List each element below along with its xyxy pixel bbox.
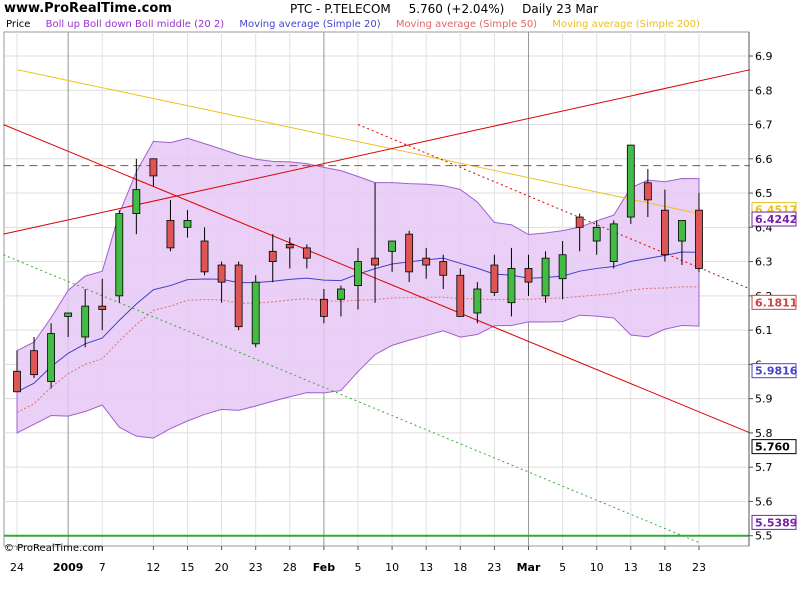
- price-badge: 5.760: [755, 441, 790, 454]
- candle-body: [592, 226, 601, 242]
- candle-body: [490, 264, 499, 293]
- candle-body: [524, 268, 533, 283]
- x-axis: 24 2009 7 12 15 20 23 28 Feb 5 10 13 18 23 Mar 5 10 13 18 2…: [10, 546, 706, 574]
- y-tick-label: 5.8: [755, 427, 773, 440]
- candle-body: [285, 244, 294, 249]
- x-tick-label: 10: [385, 561, 399, 574]
- x-tick-label: 12: [146, 561, 160, 574]
- candle-body: [609, 223, 618, 262]
- y-tick-label: 6.9: [755, 50, 773, 63]
- candle-body: [13, 370, 21, 393]
- y-tick-label: 6.7: [755, 119, 773, 132]
- candle-body: [166, 220, 175, 249]
- candle-body: [456, 274, 465, 317]
- candle-body: [405, 233, 414, 273]
- candle-body: [30, 350, 38, 376]
- x-tick-label: Feb: [313, 561, 336, 574]
- y-tick-label: 6.6: [755, 153, 773, 166]
- x-tick-label: 23: [692, 561, 706, 574]
- x-tick-label: 2009: [53, 561, 84, 574]
- candle-body: [98, 305, 107, 310]
- y-tick-label: 5.5: [755, 530, 773, 543]
- y-axis: 6.96.86.76.66.56.46.36.26.165.95.85.75.6…: [748, 32, 773, 546]
- price-badge: 6.4242: [755, 213, 797, 226]
- x-tick-label: 18: [453, 561, 467, 574]
- y-tick-label: 6.1: [755, 324, 773, 337]
- candle-body: [251, 281, 260, 345]
- price-badge: 5.5389: [755, 516, 797, 529]
- candle-body: [678, 220, 686, 242]
- candle-body: [558, 254, 567, 280]
- candle-body: [354, 261, 362, 286]
- candle-body: [507, 268, 516, 304]
- candle-body: [388, 240, 397, 252]
- candle-body: [268, 250, 277, 262]
- candle-body: [661, 209, 669, 256]
- candle-body: [115, 213, 124, 297]
- y-tick-label: 5.9: [755, 393, 773, 406]
- candle-body: [643, 182, 652, 201]
- candle-body: [132, 189, 141, 215]
- candle-body: [64, 312, 73, 317]
- candle-body: [302, 247, 311, 259]
- y-tick-label: 6.8: [755, 84, 773, 97]
- x-tick-label: 23: [487, 561, 501, 574]
- y-tick-label: 5.6: [755, 495, 773, 508]
- x-tick-label: 20: [215, 561, 229, 574]
- x-tick-label: 23: [249, 561, 263, 574]
- candle-body: [422, 257, 431, 266]
- x-tick-label: 28: [283, 561, 297, 574]
- candle-body: [473, 288, 482, 314]
- candle-body: [695, 209, 703, 269]
- candle-body: [183, 220, 192, 228]
- price-badges: 6.45176.42426.18115.98165.7605.5389: [751, 202, 798, 530]
- x-tick-label: 10: [590, 561, 604, 574]
- y-tick-label: 6.5: [755, 187, 773, 200]
- candle-body: [81, 305, 90, 338]
- x-tick-label: 13: [624, 561, 638, 574]
- x-tick-label: 18: [658, 561, 672, 574]
- x-tick-label: 7: [99, 561, 106, 574]
- candle-body: [319, 298, 328, 317]
- candle-body: [234, 264, 243, 328]
- x-tick-label: 13: [419, 561, 433, 574]
- x-tick-label: Mar: [517, 561, 541, 574]
- candle-body: [541, 257, 550, 297]
- candle-body: [439, 261, 448, 276]
- price-badge: 6.1811: [755, 296, 797, 309]
- y-tick-label: 6.3: [755, 256, 773, 269]
- x-tick-label: 15: [181, 561, 195, 574]
- candle-body: [149, 158, 158, 177]
- candlestick-chart[interactable]: 6.96.86.76.66.56.46.36.26.165.95.85.75.6…: [0, 0, 800, 600]
- x-tick-label: 24: [10, 561, 24, 574]
- candle-body: [47, 333, 55, 382]
- candle-body: [626, 144, 635, 218]
- candle-body: [371, 257, 379, 266]
- y-tick-label: 5.7: [755, 461, 773, 474]
- price-badge: 5.9816: [755, 365, 798, 378]
- x-tick-label: 5: [559, 561, 566, 574]
- x-tick-label: 5: [355, 561, 362, 574]
- copyright-label: © ProRealTime.com: [4, 543, 104, 554]
- candle-body: [337, 288, 345, 300]
- candle-body: [217, 264, 226, 283]
- candle-body: [575, 216, 584, 228]
- candle-body: [200, 240, 209, 273]
